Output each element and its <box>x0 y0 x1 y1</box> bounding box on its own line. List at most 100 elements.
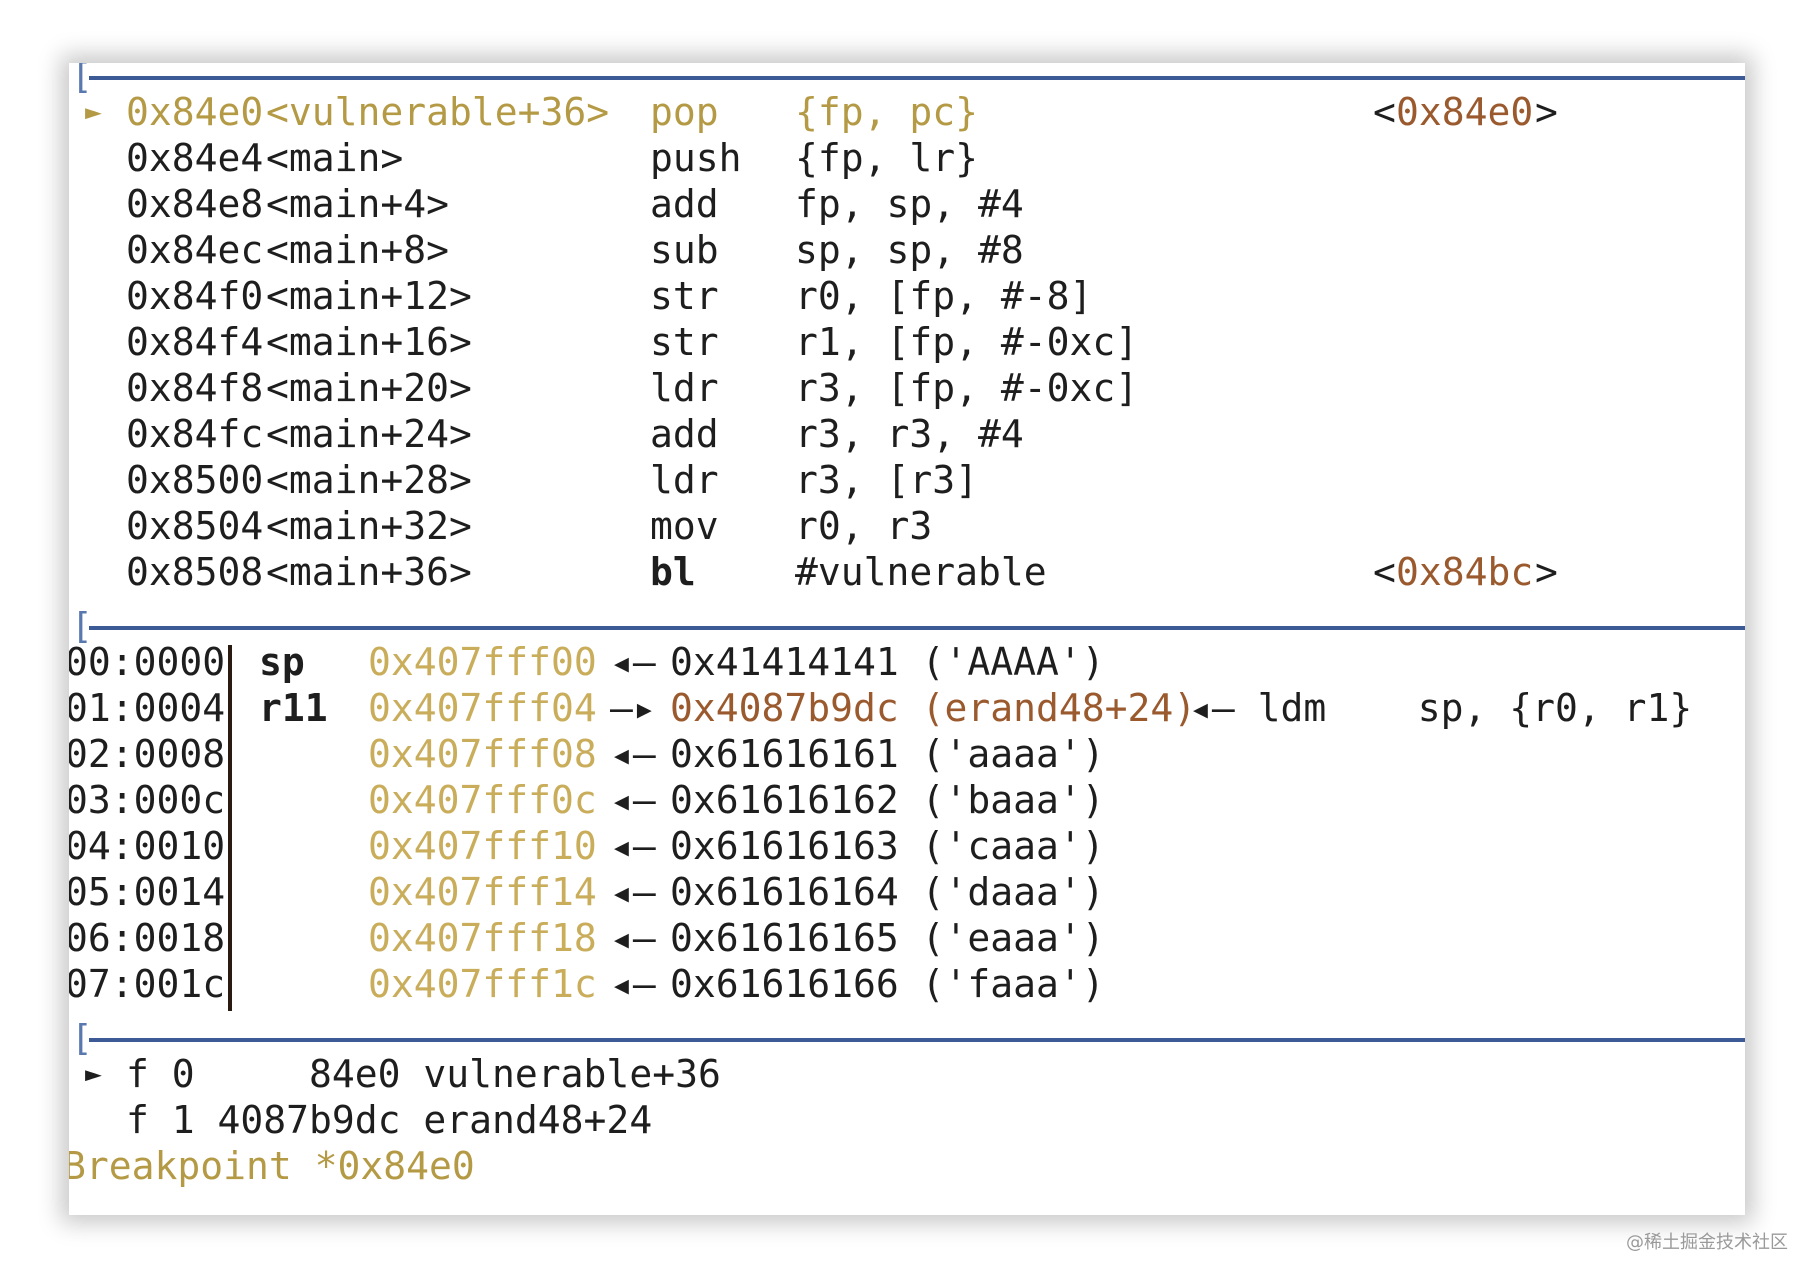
disasm-address: 0x84e0 <box>126 90 264 134</box>
disasm-target: 0x84bc <box>1396 550 1534 594</box>
disasm-row-current[interactable]: ► 0x84e0 <vulnerable+36> pop {fp, pc} < … <box>69 89 1558 135</box>
disasm-address: 0x84f8 <box>126 366 264 410</box>
backtrace-frame[interactable]: ► f 0 84e0 vulnerable+36 <box>69 1051 721 1097</box>
stack-address: 0x407fff08 <box>368 732 597 776</box>
disasm-symbol: <main+4> <box>266 182 450 226</box>
disasm-opcode: bl <box>650 550 696 594</box>
disasm-opcode: pop <box>650 90 719 134</box>
disasm-address: 0x84fc <box>126 412 264 456</box>
disasm-symbol: <main+32> <box>266 504 472 548</box>
disasm-symbol: <main+28> <box>266 458 472 502</box>
stack-arrow: ◂— <box>610 640 656 684</box>
stack-index: 06:0018 <box>69 916 226 960</box>
disasm-opcode: str <box>650 320 719 364</box>
disasm-operands: r3, [fp, #-0xc] <box>795 366 1139 410</box>
breakpoint-text: Breakpoint *0x84e0 <box>69 1144 475 1188</box>
disasm-operands: {fp, pc} <box>795 90 979 134</box>
disasm-symbol: <main+24> <box>266 412 472 456</box>
separator-rule <box>89 1038 1745 1042</box>
disasm-operands: r3, [r3] <box>795 458 979 502</box>
separator-rule <box>89 76 1745 80</box>
disasm-opcode: add <box>650 412 719 456</box>
disasm-address: 0x8504 <box>126 504 264 548</box>
disasm-symbol: <main+20> <box>266 366 472 410</box>
stack-arrow: ◂— <box>610 916 656 960</box>
disasm-address: 0x84f0 <box>126 274 264 318</box>
disasm-row[interactable]: 0x84e8 <main+4> add fp, sp, #4 <box>69 181 1024 227</box>
stack-index: 02:0008 <box>69 732 226 776</box>
stack-divider <box>228 645 232 1011</box>
disasm-opcode: ldr <box>650 366 719 410</box>
stack-row[interactable]: 06:0018 0x407fff18 ◂— 0x61616165 ('eaaa'… <box>69 915 1105 961</box>
stack-index: 07:001c <box>69 962 226 1006</box>
disasm-row[interactable]: 0x84fc <main+24> add r3, r3, #4 <box>69 411 1024 457</box>
stack-row[interactable]: 02:0008 0x407fff08 ◂— 0x61616161 ('aaaa'… <box>69 731 1105 777</box>
stack-arrow: ◂— <box>610 732 656 776</box>
disasm-operands: r3, r3, #4 <box>795 412 1024 456</box>
stack-register: sp <box>259 640 305 684</box>
stack-value: 0x61616163 ('caaa') <box>670 824 1105 868</box>
disasm-symbol: <main> <box>266 136 404 180</box>
stack-address: 0x407fff04 <box>368 686 597 730</box>
disasm-row[interactable]: 0x84f4 <main+16> str r1, [fp, #-0xc] <box>69 319 1138 365</box>
disasm-opcode: sub <box>650 228 719 272</box>
disasm-opcode: str <box>650 274 719 318</box>
disasm-opcode: add <box>650 182 719 226</box>
frame-text: f 0 84e0 vulnerable+36 <box>126 1052 721 1096</box>
stack-row[interactable]: 05:0014 0x407fff14 ◂— 0x61616164 ('daaa'… <box>69 869 1105 915</box>
stack-address: 0x407fff14 <box>368 870 597 914</box>
stack-address: 0x407fff10 <box>368 824 597 868</box>
disasm-row[interactable]: 0x84ec <main+8> sub sp, sp, #8 <box>69 227 1024 273</box>
disasm-row[interactable]: 0x84f0 <main+12> str r0, [fp, #-8] <box>69 273 1092 319</box>
separator-rule <box>89 626 1745 630</box>
stack-address: 0x407fff00 <box>368 640 597 684</box>
disasm-row[interactable]: 0x8504 <main+32> mov r0, r3 <box>69 503 932 549</box>
disasm-symbol: <main+36> <box>266 550 472 594</box>
disasm-address: 0x84e4 <box>126 136 264 180</box>
stack-register: r11 <box>259 686 328 730</box>
disasm-target-open: < <box>1373 90 1396 134</box>
stack-row[interactable]: 01:0004 r11 0x407fff04 —▸ 0x4087b9dc (er… <box>69 685 1692 731</box>
disasm-target: 0x84e0 <box>1396 90 1534 134</box>
stack-arrow: ◂— <box>610 962 656 1006</box>
stack-row[interactable]: 04:0010 0x407fff10 ◂— 0x61616163 ('caaa'… <box>69 823 1105 869</box>
disasm-symbol: <main+16> <box>266 320 472 364</box>
stack-arrow: ◂— <box>610 824 656 868</box>
disasm-operands: {fp, lr} <box>795 136 979 180</box>
stack-value: 0x4087b9dc (erand48+24) <box>670 686 1197 730</box>
stack-index: 00:0000 <box>69 640 226 684</box>
frame-text: f 1 4087b9dc erand48+24 <box>126 1098 653 1142</box>
watermark: @稀土掘金技术社区 <box>1626 1232 1788 1253</box>
disasm-target-open: < <box>1373 550 1396 594</box>
stack-arrow: ◂— <box>610 778 656 822</box>
debugger-terminal: [ ► 0x84e0 <vulnerable+36> pop {fp, pc} … <box>69 63 1745 1215</box>
disasm-row[interactable]: 0x84f8 <main+20> ldr r3, [fp, #-0xc] <box>69 365 1138 411</box>
stack-extra: ◂— ldm sp, {r0, r1} <box>1189 686 1693 730</box>
stack-address: 0x407fff18 <box>368 916 597 960</box>
stack-value: 0x61616165 ('eaaa') <box>670 916 1105 960</box>
stack-address: 0x407fff1c <box>368 962 597 1006</box>
stack-value: 0x61616161 ('aaaa') <box>670 732 1105 776</box>
disasm-operands: r1, [fp, #-0xc] <box>795 320 1139 364</box>
stack-index: 04:0010 <box>69 824 226 868</box>
stack-row[interactable]: 03:000c 0x407fff0c ◂— 0x61616162 ('baaa'… <box>69 777 1105 823</box>
stack-index: 01:0004 <box>69 686 226 730</box>
disasm-row[interactable]: 0x84e4 <main> push {fp, lr} <box>69 135 978 181</box>
stack-index: 05:0014 <box>69 870 226 914</box>
disasm-operands: r0, [fp, #-8] <box>795 274 1093 318</box>
disasm-target-close: > <box>1535 90 1558 134</box>
stack-value: 0x61616166 ('faaa') <box>670 962 1105 1006</box>
disasm-symbol: <main+8> <box>266 228 450 272</box>
stack-row[interactable]: 00:0000 sp 0x407fff00 ◂— 0x41414141 ('AA… <box>69 639 1105 685</box>
disasm-operands: fp, sp, #4 <box>795 182 1024 226</box>
disasm-row[interactable]: 0x8500 <main+28> ldr r3, [r3] <box>69 457 978 503</box>
disasm-symbol: <main+12> <box>266 274 472 318</box>
disasm-opcode: push <box>650 136 742 180</box>
stack-arrow: —▸ <box>610 686 656 730</box>
stack-row[interactable]: 07:001c 0x407fff1c ◂— 0x61616166 ('faaa'… <box>69 961 1105 1007</box>
disasm-row[interactable]: 0x8508 <main+36> bl #vulnerable < 0x84bc… <box>69 549 1558 595</box>
disasm-address: 0x84ec <box>126 228 264 272</box>
breakpoint-status: Breakpoint *0x84e0 <box>69 1143 475 1189</box>
disasm-operands: r0, r3 <box>795 504 933 548</box>
backtrace-frame[interactable]: f 1 4087b9dc erand48+24 <box>69 1097 652 1143</box>
